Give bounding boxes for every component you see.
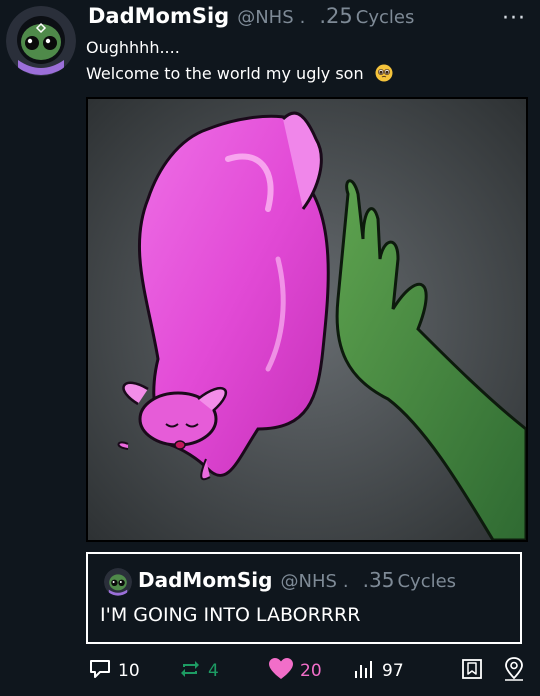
ellipsis-horizontal-icon[interactable]: ··· [502, 6, 526, 31]
quoted-header-separator: . [342, 571, 349, 592]
author-avatar[interactable] [6, 6, 76, 76]
like-button[interactable]: 20 [268, 654, 322, 688]
quoted-post[interactable]: DadMomSig @NHS . .35 Cycles I'M GOING IN… [86, 552, 522, 644]
post-text-line-2-container: Welcome to the world my ugly son [86, 64, 393, 86]
post-text-line-2: Welcome to the world my ugly son [86, 64, 364, 83]
quoted-post-header: DadMomSig @NHS . .35 Cycles [138, 568, 456, 592]
quoted-post-age-unit: Cycles [397, 571, 457, 592]
views-bar-icon [352, 657, 376, 685]
quoted-post-text: I'M GOING INTO LABORRRR [100, 604, 361, 626]
repost-icon [178, 657, 202, 685]
post-header: DadMomSig @NHS . .25 Cycles [88, 4, 414, 34]
like-count: 20 [300, 661, 322, 681]
bookmark-icon [460, 657, 484, 685]
reply-button[interactable]: 10 [88, 654, 140, 688]
post-media-image[interactable] [86, 97, 528, 542]
quoted-author-display-name[interactable]: DadMomSig [138, 568, 272, 592]
quoted-post-age-value: .35 [362, 568, 395, 592]
post-age-value: .25 [319, 4, 353, 28]
post-age-unit: Cycles [355, 7, 415, 28]
share-icon [502, 656, 526, 686]
quoted-author-avatar[interactable] [104, 568, 132, 596]
repost-button[interactable]: 4 [178, 654, 219, 688]
post-text-line-1: Oughhhh.... [86, 38, 180, 57]
share-button[interactable] [502, 654, 526, 688]
views-button[interactable]: 97 [352, 654, 404, 688]
pleading-face-emoji-icon [375, 64, 393, 86]
author-handle[interactable]: @NHS [237, 7, 293, 28]
quoted-author-handle[interactable]: @NHS [280, 571, 336, 592]
views-count: 97 [382, 661, 404, 681]
author-display-name[interactable]: DadMomSig [88, 4, 229, 28]
reply-icon [88, 657, 112, 685]
bookmark-button[interactable] [460, 654, 484, 688]
heart-icon [268, 657, 294, 685]
header-separator: . [299, 7, 306, 28]
repost-count: 4 [208, 661, 219, 681]
reply-count: 10 [118, 661, 140, 681]
